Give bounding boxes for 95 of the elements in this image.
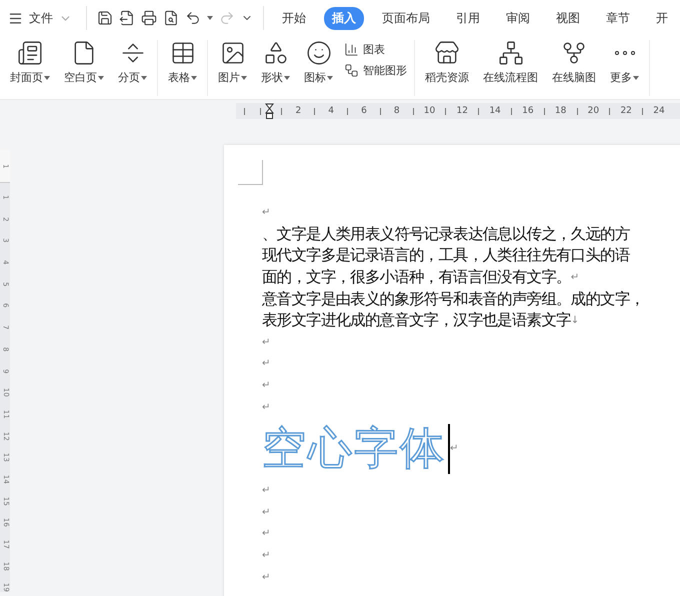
ribbon-label: 分页	[118, 70, 140, 85]
ruler-number: 4	[328, 106, 334, 116]
ribbon-button[interactable]: 在线脑图	[545, 40, 603, 85]
ribbon-button[interactable]: 图表	[344, 42, 407, 57]
ribbon-button[interactable]: 智能图形	[344, 63, 407, 78]
ribbon-button[interactable]: 表格	[161, 40, 204, 85]
store-icon	[434, 40, 460, 66]
ribbon-tab[interactable]: 开始	[274, 6, 314, 30]
paragraph-mark: ↵	[262, 572, 270, 583]
ribbon-button[interactable]: 封面页	[3, 40, 57, 85]
ribbon-button[interactable]: 稻壳资源	[418, 40, 476, 85]
branch-icon	[561, 40, 587, 66]
ribbon-tab[interactable]: 章节	[598, 6, 638, 30]
undo-icon[interactable]	[185, 10, 201, 26]
text-cursor	[448, 424, 450, 474]
paragraph-mark: ↵	[450, 443, 458, 454]
ruler-number: 12	[456, 106, 468, 116]
paragraph-mark: ↵	[570, 272, 580, 284]
ribbon-label: 图标	[304, 70, 326, 85]
caret-icon[interactable]	[207, 16, 213, 20]
menu-icon	[8, 10, 23, 26]
file-menu-label: 文件	[29, 10, 53, 26]
caret-icon[interactable]	[327, 76, 333, 80]
ribbon-label: 表格	[168, 70, 190, 85]
page-icon	[17, 40, 43, 66]
paragraph-mark: ↵	[262, 380, 270, 392]
ribbon-label: 智能图形	[363, 63, 407, 78]
ribbon-label: 图片	[218, 70, 240, 85]
ribbon-tab[interactable]: 页面布局	[374, 6, 438, 30]
caret-icon[interactable]	[241, 76, 247, 80]
ruler-number: 6	[361, 106, 367, 116]
preview-icon[interactable]	[163, 10, 179, 26]
body-text: 意音文字是由表义的象形符号和表音的声旁组。成的文字，	[262, 288, 644, 310]
body-text: 表形文字进化成的意音文字，汉字也是语素文字	[262, 310, 571, 332]
picture-icon	[220, 40, 246, 66]
body-text: 面的，文字，很多小语种，有语言但没有文字。	[262, 267, 571, 288]
smiley-icon	[306, 40, 332, 66]
caret-icon[interactable]	[98, 76, 104, 80]
caret-icon[interactable]	[141, 76, 147, 80]
ribbon-tab[interactable]: 引用	[448, 6, 488, 30]
paragraph-mark: ↵	[262, 358, 270, 370]
ruler-number: 18	[554, 106, 566, 116]
caret-icon[interactable]	[44, 76, 50, 80]
ribbon-button[interactable]: 在线流程图	[476, 40, 545, 85]
more-icon	[614, 51, 634, 55]
ruler-number: 14	[489, 106, 501, 116]
margin-corner-mark	[238, 160, 263, 185]
print-icon[interactable]	[141, 10, 157, 26]
ruler-number: 8	[394, 106, 400, 116]
ribbon-tab[interactable]: 审阅	[498, 6, 538, 30]
ribbon-tab[interactable]: 开	[648, 6, 676, 30]
ribbon-button[interactable]: 更多	[603, 40, 646, 85]
paragraph-mark: ↵	[262, 528, 270, 540]
body-text: 现代文字多是记录语言的，工具，人类往往先有口头的语	[262, 245, 630, 266]
ribbon-button[interactable]: 图片	[211, 40, 254, 85]
paragraph-mark: ↓	[570, 315, 580, 326]
save-icon[interactable]	[97, 10, 113, 26]
paragraph-mark: ↵	[262, 402, 270, 413]
ruler-number: 16	[522, 106, 534, 116]
ruler-number: 22	[620, 106, 632, 116]
shapes-icon	[262, 40, 288, 66]
paragraph-mark: ↵	[262, 336, 270, 348]
ribbon-label: 在线脑图	[552, 70, 596, 85]
ruler-number: 24	[653, 106, 665, 116]
export-icon[interactable]	[119, 10, 135, 26]
ribbon-button[interactable]: 分页	[111, 40, 154, 85]
caret-icon[interactable]	[191, 76, 197, 80]
ribbon-label: 图表	[363, 42, 385, 57]
ribbon-button[interactable]: 形状	[254, 40, 297, 85]
paragraph-mark: ↵	[262, 207, 270, 218]
paragraph-mark: ↵	[262, 550, 270, 562]
ribbon-label: 封面页	[10, 70, 43, 85]
ruler-number: 2	[296, 106, 302, 116]
ribbon-label: 更多	[610, 70, 632, 85]
ribbon-label: 稻壳资源	[425, 70, 469, 85]
bar-chart-icon	[344, 42, 359, 57]
flowchart-icon	[498, 40, 524, 66]
ribbon-button[interactable]: 空白页	[57, 40, 111, 85]
ribbon-tab[interactable]: 视图	[548, 6, 588, 30]
hollow-text: 空心字体	[262, 422, 446, 476]
ruler-number: 10	[424, 106, 436, 116]
table-icon	[170, 40, 196, 66]
file-menu[interactable]: 文件	[8, 10, 72, 26]
workflow-icon	[344, 63, 359, 78]
ribbon-label: 空白页	[64, 70, 97, 85]
caret-icon[interactable]	[284, 76, 290, 80]
ribbon-label: 在线流程图	[483, 70, 538, 85]
paragraph-mark: ↵	[262, 485, 270, 496]
caret-icon[interactable]	[633, 76, 639, 80]
body-text: 、文字是人类用表义符号记录表达信息以传之，久远的方	[262, 224, 630, 245]
ruler-number: 20	[588, 106, 600, 116]
indent-marker-icon[interactable]	[264, 103, 274, 119]
paragraph-mark: ↵	[262, 506, 270, 518]
ribbon-label: 形状	[261, 70, 283, 85]
ribbon-button[interactable]: 图标	[297, 40, 340, 85]
